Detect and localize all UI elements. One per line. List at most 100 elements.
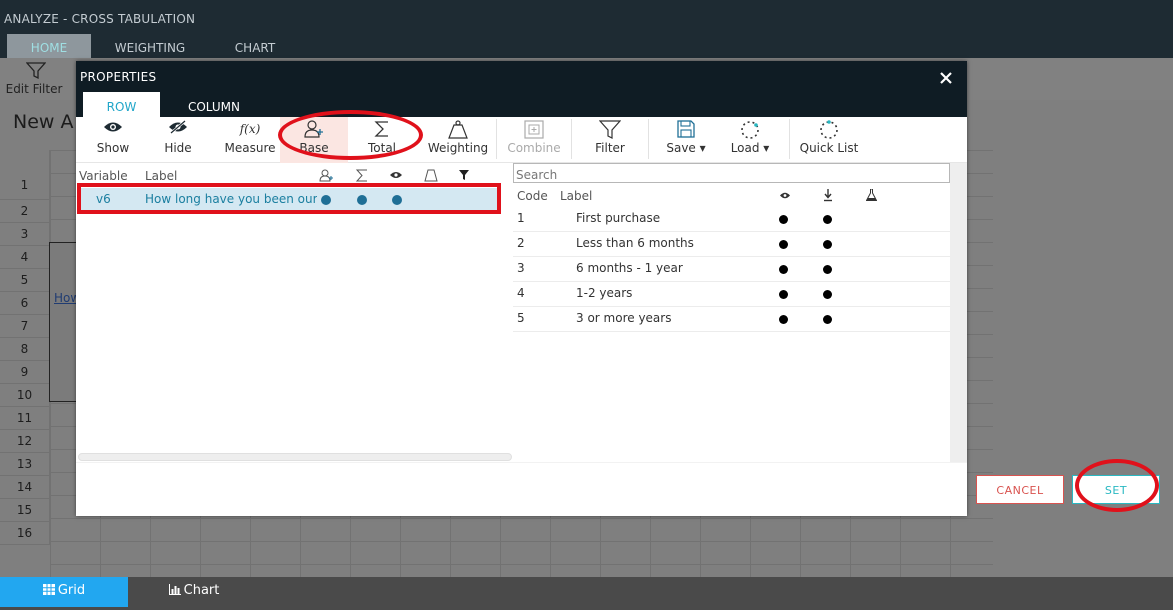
tab-home[interactable]: HOME [7,34,91,58]
download-icon [824,189,832,202]
filter-icon [26,62,46,80]
code-row[interactable]: 2 Less than 6 months [513,232,950,257]
label-column-header: Label [145,169,178,183]
quick-list-button[interactable]: Quick List [798,117,860,163]
close-icon [940,72,952,84]
codes-header: Code Label [513,185,950,205]
weighting-button[interactable]: Weighting [426,117,490,163]
eye-slash-icon [169,120,187,134]
grid-icon [42,584,55,595]
weight-column-icon [424,169,438,182]
bottom-tab-grid[interactable]: Grid [0,577,128,607]
row-number: 1 [0,150,50,200]
variables-header: Variable Label [76,165,512,185]
base-column-icon [319,169,333,182]
highlight-variable-row [77,183,501,214]
app-tab-bar: HOME WEIGHTING CHART [0,34,1173,58]
tab-weighting[interactable]: WEIGHTING [100,34,200,58]
weight-icon [448,120,468,139]
combine-button[interactable]: Combine [504,117,564,163]
load-button[interactable]: Load ▾ [724,117,776,163]
dialog-header: PROPERTIES ROW COLUMN [76,61,967,117]
code-row[interactable]: 3 6 months - 1 year [513,257,950,282]
cancel-button[interactable]: CANCEL [976,475,1064,504]
code-label: First purchase [576,211,661,225]
code-row[interactable]: 5 3 or more years [513,307,950,332]
analysis-title: New A [13,111,74,133]
save-label: Save ▾ [666,141,706,155]
toolbar-divider [571,119,572,159]
code-value: 3 [517,261,525,275]
row-number: 9 [0,361,50,384]
code-column-header: Code [517,189,548,203]
bottom-tab-grid-label: Grid [57,583,86,598]
horizontal-scrollbar[interactable] [78,453,512,461]
measure-label: Measure [224,141,276,155]
show-dot[interactable] [779,215,788,224]
tab-row[interactable]: ROW [83,92,160,117]
code-value: 5 [517,311,525,325]
search-input[interactable] [513,163,950,183]
measure-button[interactable]: f(x) Measure [220,117,280,163]
highlight-set-button [1075,459,1159,512]
row-number: 4 [0,246,50,269]
row-number: 11 [0,407,50,430]
code-label: Less than 6 months [576,236,694,250]
app-title: ANALYZE - CROSS TABULATION [0,0,1173,34]
code-value: 2 [517,236,525,250]
eye-icon [104,122,122,132]
save-button[interactable]: Save ▾ [660,117,712,163]
row-number: 13 [0,453,50,476]
row-number: 6 [0,292,50,315]
hide-button[interactable]: Hide [156,117,200,163]
flask-icon [866,189,877,201]
row-number: 7 [0,315,50,338]
show-column-icon [390,172,402,178]
base-dot[interactable] [823,290,832,299]
filter-button[interactable]: Filter [584,117,636,163]
edit-filter-button[interactable]: Edit Filter [4,62,64,96]
floppy-disk-icon [677,120,695,138]
highlight-base-total [278,110,423,160]
bottom-tab-chart[interactable]: Chart [130,577,258,607]
code-label: 6 months - 1 year [576,261,683,275]
right-gray-area [950,163,967,462]
show-dot[interactable] [779,265,788,274]
variable-column-header: Variable [79,169,128,183]
combine-icon [524,120,544,139]
show-dot[interactable] [779,290,788,299]
tab-chart[interactable]: CHART [215,34,295,58]
show-dot[interactable] [779,315,788,324]
close-button[interactable] [937,69,955,87]
funnel-icon [598,120,622,139]
code-value: 4 [517,286,525,300]
row-number: 12 [0,430,50,453]
combine-label: Combine [507,141,561,155]
code-label-column-header: Label [560,189,593,203]
code-label: 3 or more years [576,311,672,325]
properties-dialog: PROPERTIES ROW COLUMN Show Hide f(x) Mea… [76,61,967,516]
row-number: 8 [0,338,50,361]
tab-column[interactable]: COLUMN [170,92,258,117]
code-row[interactable]: 4 1-2 years [513,282,950,307]
quick-list-label: Quick List [799,141,859,155]
base-dot[interactable] [823,315,832,324]
show-dot[interactable] [779,240,788,249]
row-number: 14 [0,476,50,499]
grid-variable-link[interactable]: How [49,242,79,402]
base-dot[interactable] [823,215,832,224]
toolbar-divider [648,119,649,159]
weighting-label: Weighting [427,141,489,155]
row-number: 16 [0,522,50,545]
total-column-icon [355,169,367,182]
filter-label: Filter [595,141,625,155]
bottom-tab-chart-label: Chart [183,583,220,598]
code-row[interactable]: 1 First purchase [513,207,950,232]
base-dot[interactable] [823,265,832,274]
filter-column-icon [459,170,469,180]
show-button[interactable]: Show [90,117,136,163]
toolbar-divider [789,119,790,159]
hide-label: Hide [164,141,192,155]
base-dot[interactable] [823,240,832,249]
row-number: 10 [0,384,50,407]
